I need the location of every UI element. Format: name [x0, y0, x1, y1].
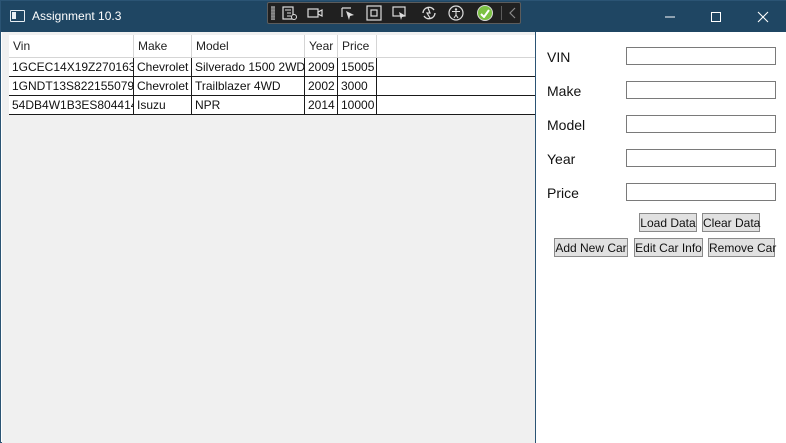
select-element-icon[interactable] — [339, 5, 357, 21]
table-row[interactable]: 1GCEC14X19Z270163 Chevrolet Silverado 15… — [9, 58, 535, 77]
close-icon — [757, 11, 769, 23]
load-data-button[interactable]: Load Data — [639, 213, 697, 232]
cell-model[interactable]: Silverado 1500 2WD — [192, 58, 305, 76]
minimize-button[interactable] — [647, 1, 693, 32]
car-form-panel: VIN Make Model Year Price Load Data Clea… — [536, 32, 786, 443]
track-focus-icon[interactable] — [391, 5, 409, 21]
column-header-model[interactable]: Model — [192, 35, 305, 57]
toolbar-grip-icon[interactable] — [271, 6, 275, 20]
display-layout-adorners-icon[interactable] — [365, 5, 383, 21]
cell-vin[interactable]: 54DB4W1B3ES804414 — [9, 96, 134, 114]
cell-year[interactable]: 2009 — [305, 58, 338, 76]
app-window: Assignment 10.3 Vin Make Model Year Pric… — [0, 0, 786, 443]
cell-year[interactable]: 2002 — [305, 77, 338, 95]
toolbar-separator — [501, 6, 502, 20]
cell-vin[interactable]: 1GNDT13S822155079 — [9, 77, 134, 95]
cell-make[interactable]: Chevrolet — [134, 77, 192, 95]
title-bar[interactable]: Assignment 10.3 — [1, 1, 786, 32]
cell-make[interactable]: Chevrolet — [134, 58, 192, 76]
column-header-vin[interactable]: Vin — [9, 35, 134, 57]
make-label: Make — [547, 83, 582, 99]
table-row[interactable]: 54DB4W1B3ES804414 Isuzu NPR 2014 10000 — [9, 96, 535, 115]
grid-header-row: Vin Make Model Year Price — [9, 35, 535, 58]
hot-reload-icon[interactable] — [420, 5, 438, 21]
vin-label: VIN — [547, 49, 571, 65]
edit-car-info-button[interactable]: Edit Car Info — [634, 238, 703, 257]
cars-data-grid[interactable]: Vin Make Model Year Price 1GCEC14X19Z270… — [2, 32, 535, 443]
live-visual-tree-icon[interactable] — [280, 5, 298, 21]
grid-body: 1GCEC14X19Z270163 Chevrolet Silverado 15… — [9, 58, 535, 115]
maximize-button[interactable] — [693, 1, 739, 32]
app-window-icon — [10, 10, 25, 22]
window-title: Assignment 10.3 — [32, 9, 122, 23]
cell-price[interactable]: 3000 — [338, 77, 377, 95]
column-header-year[interactable]: Year — [305, 35, 338, 57]
accessibility-icon[interactable] — [447, 5, 465, 21]
minimize-icon — [665, 16, 675, 18]
add-new-car-button[interactable]: Add New Car — [554, 238, 628, 257]
cell-model[interactable]: Trailblazer 4WD — [192, 77, 305, 95]
cell-price[interactable]: 10000 — [338, 96, 377, 114]
binding-check-icon[interactable] — [477, 5, 493, 21]
remove-car-button[interactable]: Remove Car — [708, 238, 776, 257]
vin-field[interactable] — [626, 47, 776, 65]
column-header-make[interactable]: Make — [134, 35, 192, 57]
cell-year[interactable]: 2014 — [305, 96, 338, 114]
make-field[interactable] — [626, 81, 776, 99]
price-field[interactable] — [626, 183, 776, 201]
close-button[interactable] — [740, 1, 786, 32]
year-field[interactable] — [626, 149, 776, 167]
clear-data-button[interactable]: Clear Data — [702, 213, 760, 232]
cell-vin[interactable]: 1GCEC14X19Z270163 — [9, 58, 134, 76]
collapse-chevron-icon[interactable] — [505, 5, 523, 21]
table-row[interactable]: 1GNDT13S822155079 Chevrolet Trailblazer … — [9, 77, 535, 96]
maximize-icon — [711, 12, 721, 22]
price-label: Price — [547, 185, 579, 201]
model-label: Model — [547, 117, 586, 133]
column-header-price[interactable]: Price — [338, 35, 377, 57]
year-label: Year — [547, 151, 576, 167]
cell-make[interactable]: Isuzu — [134, 96, 192, 114]
cell-price[interactable]: 15005 — [338, 58, 377, 76]
video-camera-icon[interactable] — [306, 5, 324, 21]
cell-model[interactable]: NPR — [192, 96, 305, 114]
model-field[interactable] — [626, 115, 776, 133]
xaml-debug-toolbar — [267, 2, 521, 24]
